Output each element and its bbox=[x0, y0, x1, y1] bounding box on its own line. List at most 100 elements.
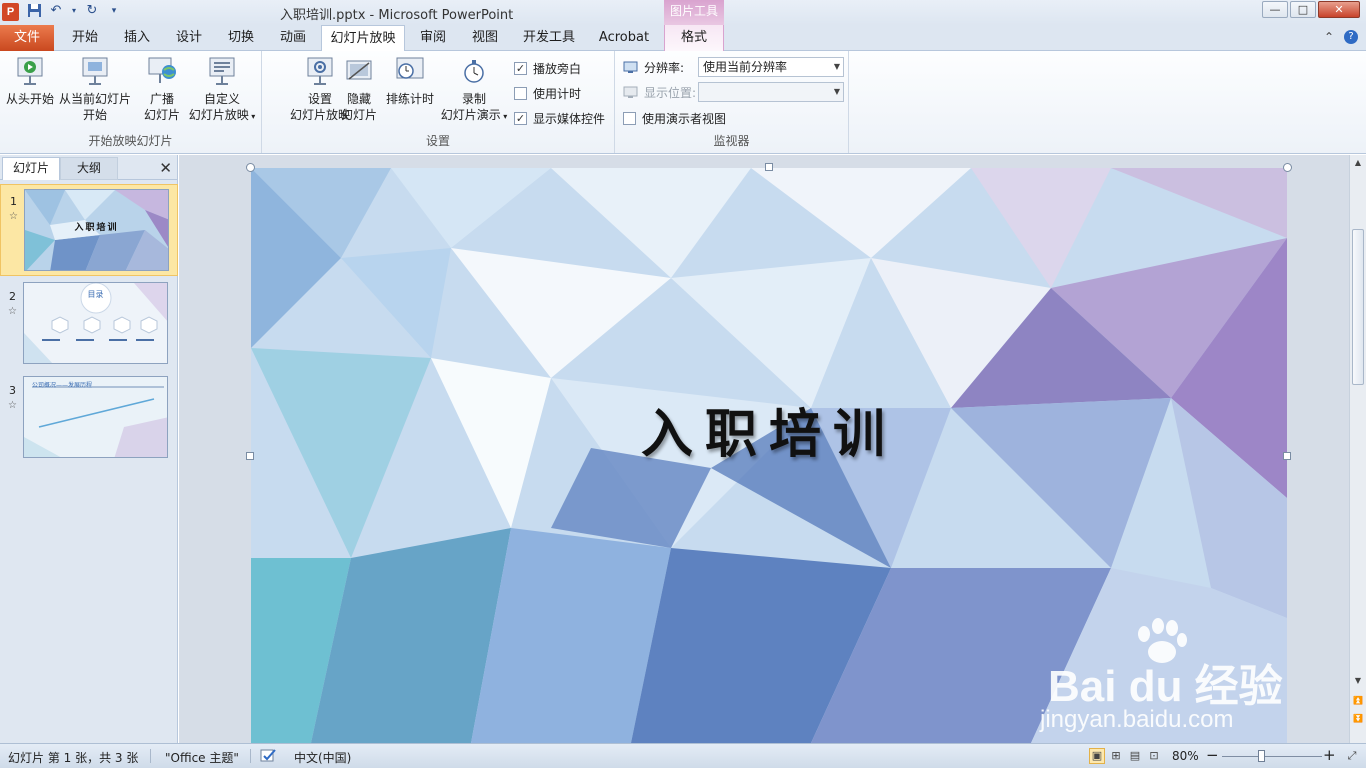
slide-thumbnail-image: 入职培训 bbox=[24, 189, 169, 271]
status-divider bbox=[150, 749, 151, 763]
slide-thumbnail-3[interactable]: 3 ☆ 公司概况——发展历程 bbox=[0, 374, 178, 466]
powerpoint-app-icon[interactable]: P bbox=[2, 3, 19, 21]
zoom-out-button[interactable]: − bbox=[1206, 746, 1219, 764]
animation-star-icon: ☆ bbox=[8, 306, 17, 317]
save-icon[interactable] bbox=[26, 3, 42, 19]
scroll-up-icon[interactable]: ▲ bbox=[1350, 155, 1366, 171]
custom-slideshow-label-1: 自定义 bbox=[203, 92, 240, 106]
presenter-view-label: 使用演示者视图 bbox=[642, 112, 727, 126]
from-current-button[interactable]: 从当前幻灯片 开始 bbox=[58, 55, 132, 123]
baidu-jingyan-watermark: Bai du 经验 jingyan.baidu.com bbox=[1040, 618, 1300, 738]
language-status[interactable]: 中文(中国) bbox=[294, 749, 351, 766]
custom-slideshow-button[interactable]: 自定义 幻灯片放映 ▾ bbox=[186, 55, 258, 125]
broadcast-label-2: 幻灯片 bbox=[143, 108, 180, 122]
watermark-logo-text: Bai du 经验 bbox=[1048, 662, 1283, 711]
record-stopwatch-icon bbox=[464, 60, 484, 83]
previous-slide-icon[interactable]: ⏫ bbox=[1350, 693, 1366, 709]
ribbon-right-controls: ⌃ ? bbox=[1324, 30, 1358, 44]
maximize-button[interactable]: □ bbox=[1290, 1, 1316, 18]
minimize-ribbon-icon[interactable]: ⌃ bbox=[1324, 30, 1334, 44]
ribbon-tab-bar: 文件 开始 插入 设计 切换 动画 幻灯片放映 审阅 视图 开发工具 Acrob… bbox=[0, 25, 1366, 52]
hide-slide-button[interactable]: 隐藏 幻灯片 bbox=[334, 55, 384, 123]
tab-view[interactable]: 视图 bbox=[460, 25, 510, 51]
zoom-slider-track[interactable] bbox=[1222, 756, 1322, 757]
show-on-label: 显示位置: bbox=[644, 86, 697, 100]
tab-developer[interactable]: 开发工具 bbox=[514, 25, 584, 51]
tab-animations[interactable]: 动画 bbox=[268, 25, 318, 51]
dropdown-arrow-icon: ▾ bbox=[248, 112, 256, 121]
ribbon: 从头开始 从当前幻灯片 开始 广播 幻灯片 自定义 幻灯片放映 ▾ 开始放映幻灯… bbox=[0, 51, 1366, 154]
scroll-down-icon[interactable]: ▼ bbox=[1350, 673, 1366, 689]
redo-icon[interactable]: ↻ bbox=[84, 3, 100, 19]
tab-file[interactable]: 文件 bbox=[0, 25, 54, 51]
from-beginning-button[interactable]: 从头开始 bbox=[4, 55, 56, 107]
show-media-controls-option[interactable]: ✓ 显示媒体控件 bbox=[514, 110, 605, 127]
slide-thumbnail-1[interactable]: 1 ☆ 入职培训 bbox=[0, 184, 178, 276]
rehearse-timings-button[interactable]: 排练计时 bbox=[384, 55, 436, 107]
thumbnail-title: 入职培训 bbox=[74, 223, 119, 233]
close-button[interactable]: ✕ bbox=[1318, 1, 1360, 18]
thumbnail-title: 目录 bbox=[87, 290, 104, 299]
undo-dropdown-icon[interactable]: ▾ bbox=[70, 3, 78, 19]
rehearse-clock-icon bbox=[396, 57, 424, 79]
tab-transitions[interactable]: 切换 bbox=[216, 25, 266, 51]
slideshow-current-icon bbox=[82, 57, 108, 85]
resize-handle-top-right[interactable] bbox=[1283, 163, 1292, 172]
customize-qat-icon[interactable]: ▾ bbox=[106, 3, 122, 19]
from-current-label-2: 开始 bbox=[82, 108, 107, 122]
show-media-controls-checkbox[interactable]: ✓ bbox=[514, 112, 527, 125]
play-narration-option[interactable]: ✓ 播放旁白 bbox=[514, 60, 581, 77]
play-narration-checkbox[interactable]: ✓ bbox=[514, 62, 527, 75]
tab-design[interactable]: 设计 bbox=[164, 25, 214, 51]
window-title: 入职培训.pptx - Microsoft PowerPoint bbox=[280, 8, 514, 23]
fit-to-window-icon[interactable]: ⤢ bbox=[1344, 748, 1360, 764]
slideshow-view-icon[interactable]: ⊡ bbox=[1146, 748, 1162, 764]
reading-view-icon[interactable]: ▤ bbox=[1127, 748, 1143, 764]
resize-handle-top-left[interactable] bbox=[246, 163, 255, 172]
slide-title[interactable]: 入职培训 bbox=[251, 392, 1287, 467]
from-beginning-label: 从头开始 bbox=[5, 92, 54, 106]
record-label-1: 录制 bbox=[461, 92, 486, 106]
zoom-in-button[interactable]: + bbox=[1323, 746, 1336, 764]
use-timings-option[interactable]: 使用计时 bbox=[514, 85, 581, 102]
tab-home[interactable]: 开始 bbox=[60, 25, 110, 51]
tab-outline[interactable]: 大纲 bbox=[60, 157, 118, 180]
normal-view-icon[interactable]: ▣ bbox=[1089, 748, 1105, 764]
chevron-down-icon: ▼ bbox=[833, 87, 840, 96]
record-slideshow-button[interactable]: 录制 幻灯片演示 ▾ bbox=[438, 55, 510, 125]
undo-icon[interactable]: ↶ bbox=[48, 3, 64, 19]
next-slide-icon[interactable]: ⏬ bbox=[1350, 711, 1366, 727]
tab-insert[interactable]: 插入 bbox=[112, 25, 162, 51]
slides-panel-tabs: 幻灯片 大纲 ✕ bbox=[0, 155, 178, 180]
title-bar: P ↶ ▾ ↻ ▾ 入职培训.pptx - Microsoft PowerPoi… bbox=[0, 0, 1366, 25]
resolution-dropdown[interactable]: 使用当前分辨率 ▼ bbox=[698, 57, 844, 77]
slide-sorter-view-icon[interactable]: ⊞ bbox=[1108, 748, 1124, 764]
close-panel-icon[interactable]: ✕ bbox=[159, 159, 172, 177]
zoom-level[interactable]: 80% bbox=[1172, 749, 1199, 763]
slide-thumbnail-2[interactable]: 2 ☆ 目录 bbox=[0, 280, 178, 372]
zoom-slider-thumb[interactable] bbox=[1258, 750, 1265, 762]
record-label-2: 幻灯片演示 ▾ bbox=[440, 108, 508, 122]
resolution-row: 分辨率: bbox=[623, 59, 684, 76]
presenter-view-checkbox[interactable] bbox=[623, 112, 636, 125]
spell-check-icon[interactable] bbox=[260, 747, 278, 766]
scrollbar-thumb[interactable] bbox=[1352, 229, 1364, 385]
resize-handle-left[interactable] bbox=[246, 452, 254, 460]
use-timings-checkbox[interactable] bbox=[514, 87, 527, 100]
presenter-view-option[interactable]: 使用演示者视图 bbox=[623, 110, 726, 127]
broadcast-button[interactable]: 广播 幻灯片 bbox=[140, 55, 184, 123]
tab-format[interactable]: 格式 bbox=[664, 25, 724, 51]
tab-slideshow[interactable]: 幻灯片放映 bbox=[321, 25, 405, 52]
resize-handle-top[interactable] bbox=[765, 163, 773, 171]
resize-handle-right[interactable] bbox=[1283, 452, 1291, 460]
slide-number: 2 bbox=[9, 290, 16, 303]
use-timings-label: 使用计时 bbox=[533, 87, 582, 101]
tab-review[interactable]: 审阅 bbox=[408, 25, 458, 51]
theme-status[interactable]: "Office 主题" bbox=[165, 749, 239, 766]
help-icon[interactable]: ? bbox=[1344, 30, 1358, 44]
minimize-button[interactable]: — bbox=[1262, 1, 1288, 18]
tab-acrobat[interactable]: Acrobat bbox=[590, 25, 658, 51]
tab-slides[interactable]: 幻灯片 bbox=[2, 157, 60, 180]
show-on-dropdown[interactable]: ▼ bbox=[698, 82, 844, 102]
vertical-scrollbar[interactable]: ▲ ▼ ⏫ ⏬ bbox=[1349, 155, 1366, 743]
